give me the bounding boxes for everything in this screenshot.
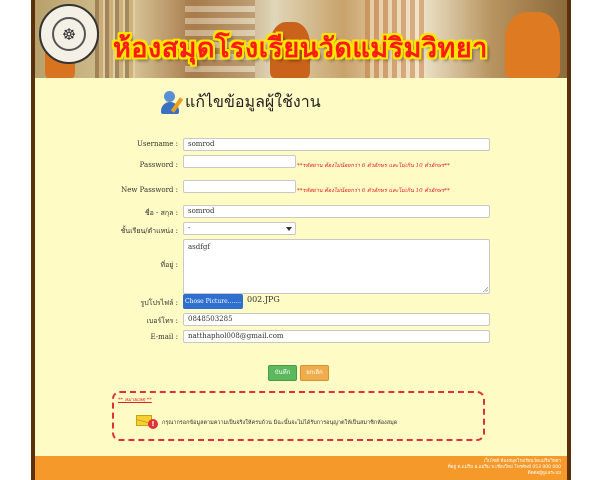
page-frame: ☸ ห้องสมุดโรงเรียนวัดแม่ริมวิทยา แก้ไขข้… <box>31 0 571 480</box>
phone-field[interactable]: 0848503285 <box>183 313 490 326</box>
new-password-label: New Password : <box>121 186 178 194</box>
username-field[interactable]: somrod <box>183 138 490 151</box>
school-logo: ☸ <box>39 4 99 64</box>
phone-label: เบอร์โทร : <box>146 317 178 325</box>
header-banner: ☸ ห้องสมุดโรงเรียนวัดแม่ริมวิทยา <box>35 0 567 78</box>
site-title: ห้องสมุดโรงเรียนวัดแม่ริมวิทยา <box>113 33 488 64</box>
class-label: ชั้นเรียน/ตำแหน่ง : <box>120 227 178 235</box>
address-label: ที่อยู่ : <box>160 261 178 269</box>
chevron-down-icon <box>286 227 292 231</box>
banner-monk-figure <box>505 12 560 78</box>
class-select-value: - <box>188 224 191 232</box>
resize-handle-icon[interactable] <box>483 287 488 292</box>
email-label: E-mail : <box>150 333 178 341</box>
footer-info: เว็บไซต์ ห้องสมุดโรงเรียนวัดแม่ริมวิทยา … <box>448 459 561 477</box>
password-field[interactable] <box>183 155 296 168</box>
cancel-button[interactable]: ยกเลิก <box>300 365 329 381</box>
new-password-field[interactable] <box>183 180 296 193</box>
email-field[interactable]: natthaphol008@gmail.com <box>183 330 490 343</box>
right-margin <box>571 0 595 480</box>
selected-filename: 002.JPG <box>247 295 280 304</box>
content-area: ☸ ห้องสมุดโรงเรียนวัดแม่ริมวิทยา แก้ไขข้… <box>35 0 567 480</box>
choose-picture-button[interactable]: Chose Picture....... <box>183 294 243 309</box>
notice-text: กรุณากรอกข้อมูลตามความเป็นจริงให้ครบถ้วน… <box>162 420 398 426</box>
footer-line-3: ติดต่อผู้ดูแลระบบ <box>527 471 561 476</box>
fullname-label: ชื่อ - สกุล : <box>144 209 178 217</box>
footer: เว็บไซต์ ห้องสมุดโรงเรียนวัดแม่ริมวิทยา … <box>35 456 567 480</box>
username-label: Username : <box>136 140 178 148</box>
class-select[interactable]: - <box>183 222 296 235</box>
notice-label: ** หมายเหตุ ** <box>118 397 152 403</box>
warning-icon: ! <box>148 419 158 429</box>
password-label: Password : <box>139 161 178 169</box>
new-password-hint: **รหัสผ่าน ต้องไม่น้อยกว่า 6 ตัวอักษร แล… <box>297 188 450 194</box>
photo-label: รูปโปรไฟล์ : <box>140 299 178 307</box>
edit-user-icon <box>161 90 184 115</box>
fullname-field[interactable]: somrod <box>183 205 490 218</box>
school-emblem-icon: ☸ <box>52 17 86 51</box>
address-value: asdfgf <box>188 243 210 251</box>
page-heading: แก้ไขข้อมูลผู้ใช้งาน <box>161 90 321 115</box>
password-hint: **รหัสผ่าน ต้องไม่น้อยกว่า 6 ตัวอักษร แล… <box>297 163 450 169</box>
left-margin <box>0 0 31 480</box>
save-button[interactable]: บันทึก <box>268 365 297 381</box>
address-textarea[interactable]: asdfgf <box>183 239 490 294</box>
notice-box: ** หมายเหตุ ** ! กรุณากรอกข้อมูลตามความเ… <box>112 391 485 441</box>
page-title: แก้ไขข้อมูลผู้ใช้งาน <box>185 92 321 111</box>
